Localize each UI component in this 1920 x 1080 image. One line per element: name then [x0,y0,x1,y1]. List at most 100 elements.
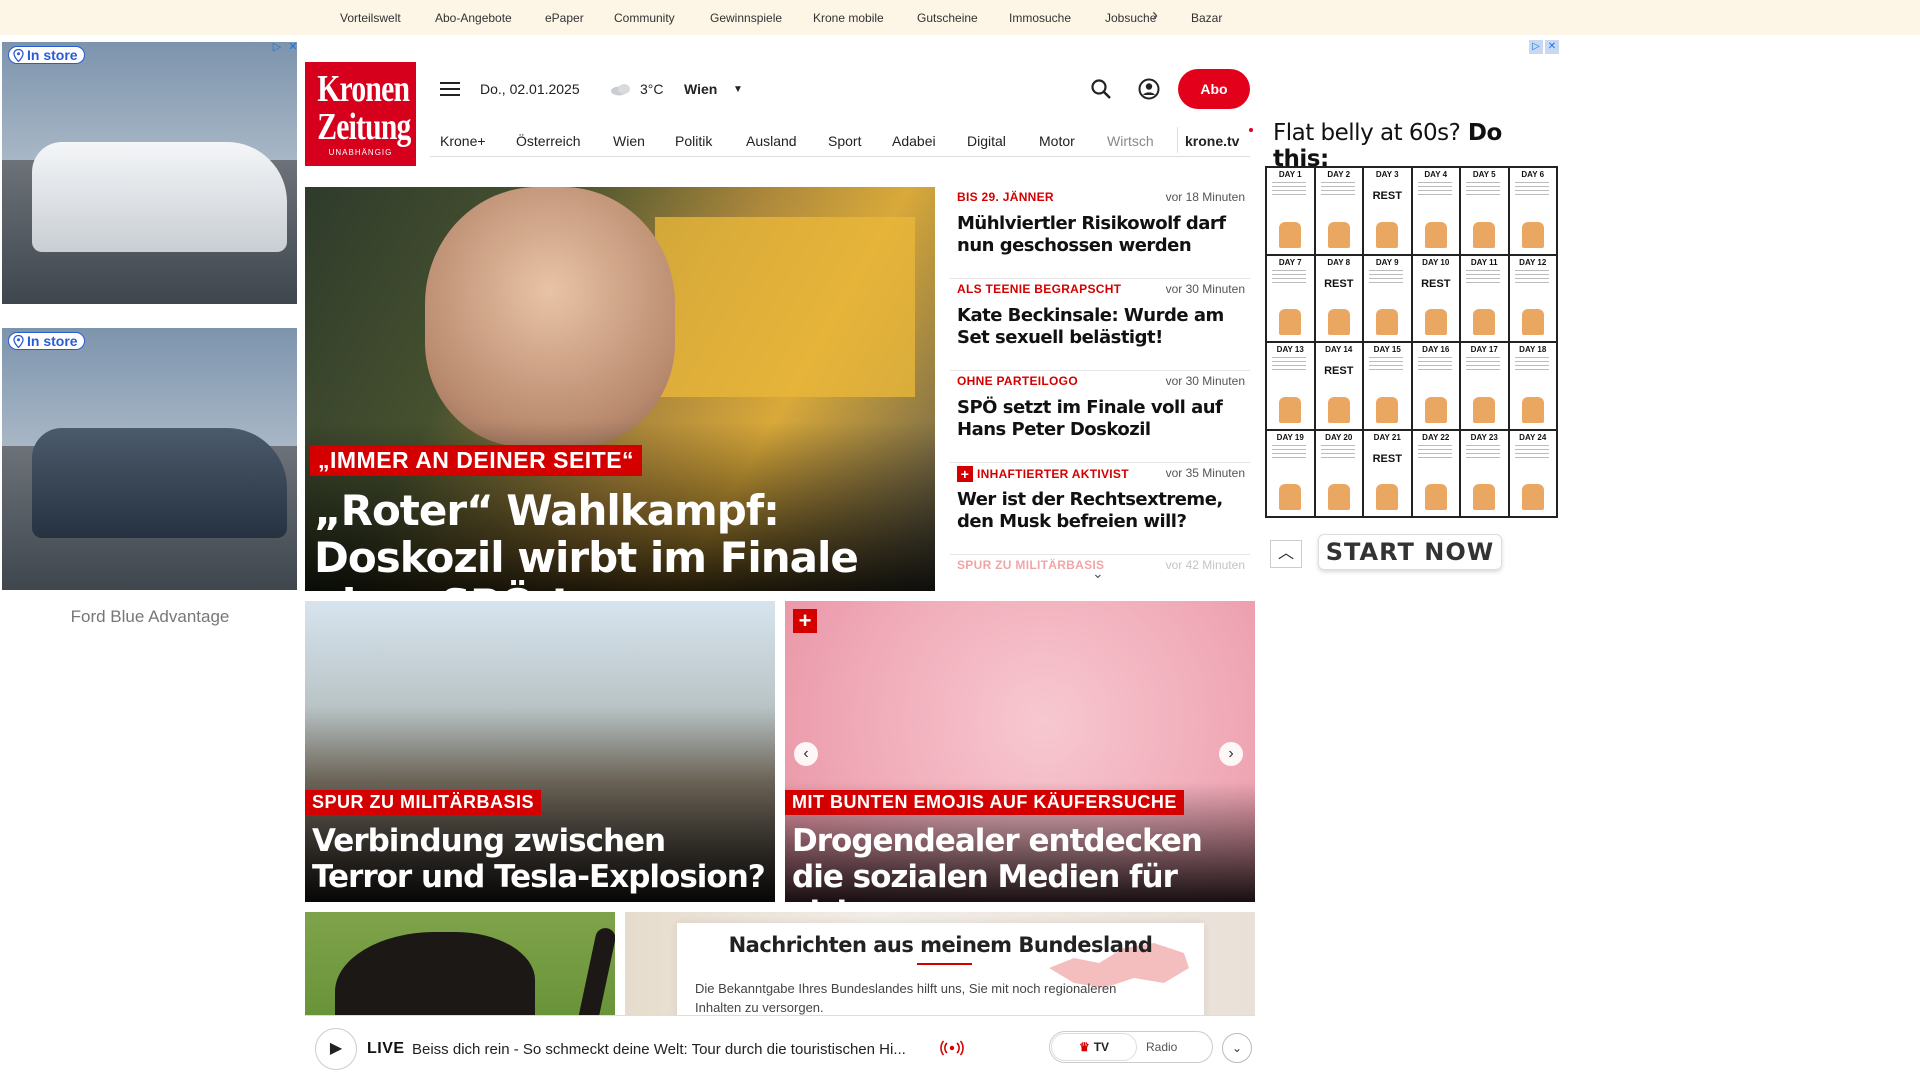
abo-button[interactable]: Abo [1178,69,1250,109]
city-selector[interactable]: Wien [684,69,717,109]
list-item-title[interactable]: Kate Beckinsale: Wurde am Set sexuell be… [957,305,1247,349]
topbar-link-vorteilswelt[interactable]: Vorteilswelt [340,11,401,25]
carousel-next-icon[interactable]: › [1219,742,1243,766]
nav-item-oesterreich[interactable]: Österreich [516,133,581,149]
chevron-right-icon[interactable]: › [1152,5,1158,26]
account-icon[interactable] [1138,69,1162,109]
topbar-link-gewinnspiele[interactable]: Gewinnspiele [710,11,782,25]
ad-choices-icon[interactable]: ▷ [1529,40,1543,54]
exercise-text-lines [1514,182,1549,196]
logo-tagline: UNABHÄNGIG [328,148,393,157]
radio-option[interactable]: Radio [1146,1040,1177,1054]
topbar-link-immosuche[interactable]: Immosuche [1009,11,1071,25]
nav-item-krone-plus[interactable]: Krone+ [440,133,486,149]
list-item-time: vor 35 Minuten [1165,466,1245,480]
list-item-time: vor 30 Minuten [1165,282,1245,296]
ad-headline: Flat belly at 60s? Do this: [1273,120,1502,172]
search-icon[interactable] [1090,69,1114,109]
workout-day-label: DAY 5 [1472,170,1496,179]
teaser-tile[interactable]: + ‹ › MIT BUNTEN EMOJIS AUF KÄUFERSUCHE … [785,601,1255,902]
topbar-link-gutscheine[interactable]: Gutscheine [917,11,978,25]
list-item[interactable]: OHNE PARTEILOGO vor 30 Minuten SPÖ setzt… [950,371,1250,463]
topbar-link-krone-mobile[interactable]: Krone mobile [813,11,884,25]
exercise-text-lines [1466,444,1500,459]
carousel-prev-icon[interactable]: ‹ [794,742,818,766]
ad-choices-controls[interactable]: ▷ ✕ [1529,40,1559,54]
tile-headline[interactable]: Drogendealer entdecken die sozialen Medi… [792,823,1252,902]
teaser-tile[interactable]: SPUR ZU MILITÄRBASIS Verbindung zwischen… [305,601,775,902]
ad-image-f150[interactable]: In store [2,328,297,590]
exercise-text-lines [1417,357,1452,371]
nav-item-motor[interactable]: Motor [1039,133,1075,149]
topbar-link-jobsuche[interactable]: Jobsuche [1105,11,1156,25]
ad-choices-icon[interactable]: ▷ [270,40,284,54]
topbar-link-epaper[interactable]: ePaper [545,11,584,25]
start-now-button[interactable]: START NOW [1318,534,1502,570]
hero-headline[interactable]: „Roter“ Wahlkampf: Doskozil wirbt im Fin… [314,487,924,591]
list-item-tag: BIS 29. JÄNNER [957,190,1054,204]
nav-item-krone-tv[interactable]: krone.tv [1185,133,1239,149]
nav-item-wirtschaft[interactable]: Wirtsch [1107,133,1154,149]
nav-item-wien[interactable]: Wien [613,133,645,149]
live-label: LIVE [367,1040,405,1057]
topbar-link-bazar[interactable]: Bazar [1191,11,1222,25]
current-date: Do., 02.01.2025 [480,81,580,97]
workout-day-cell: DAY 1 [1266,167,1315,255]
kronen-zeitung-logo[interactable]: Kronen Zeitung UNABHÄNGIG [305,62,416,166]
workout-day-cell: DAY 10 REST [1411,254,1460,342]
list-item-title[interactable]: Mühlviertler Risikowolf darf nun geschos… [957,213,1247,257]
ad-choices-controls[interactable]: ▷ ✕ [270,40,300,54]
nav-item-sport[interactable]: Sport [828,133,861,149]
list-item-title[interactable]: Wer ist der Rechtsextreme, den Musk befr… [957,489,1247,533]
hamburger-menu-icon[interactable] [440,69,464,109]
list-item[interactable]: + INHAFTIERTER AKTIVIST vor 35 Minuten We… [950,463,1250,555]
list-item-title[interactable]: SPÖ setzt im Finale voll auf Hans Peter … [957,397,1247,441]
play-icon[interactable]: ▶ [315,1028,357,1070]
exercise-text-lines [1272,269,1306,284]
nav-item-ausland[interactable]: Ausland [746,133,797,149]
bundesland-title: Nachrichten aus meinem Bundesland [728,933,1153,957]
exercise-text-lines [1320,444,1355,459]
list-item[interactable]: BIS 29. JÄNNER vor 18 Minuten Mühlviertl… [950,187,1250,279]
ad-close-icon[interactable]: ✕ [286,40,300,54]
exercise-text-lines [1369,357,1403,371]
in-store-badge: In store [8,46,85,64]
topbar-link-community[interactable]: Community [614,11,675,25]
chevron-down-icon[interactable]: ▼ [733,69,743,109]
workout-day-label: DAY 13 [1276,345,1304,354]
ad-caption[interactable]: Ford Blue Advantage [0,607,300,627]
exercise-figure-icon [1279,221,1301,248]
ad-close-icon[interactable]: ✕ [1545,40,1559,54]
workout-day-label: DAY 12 [1519,257,1547,267]
right-ad[interactable]: ▷ ✕ Flat belly at 60s? Do this: DAY 1 DAY… [1264,40,1559,570]
workout-day-label: DAY 11 [1470,257,1498,267]
tile-kicker: MIT BUNTEN EMOJIS AUF KÄUFERSUCHE [785,790,1184,815]
workout-day-label: DAY 17 [1470,345,1498,354]
tv-option[interactable]: ♛ TV [1051,1033,1137,1061]
top-service-bar: Vorteilswelt Abo-Angebote ePaper Communi… [0,0,1920,35]
exercise-text-lines [1417,444,1452,459]
tile-headline[interactable]: Verbindung zwischen Terror und Tesla-Exp… [312,823,772,895]
expand-chevron-icon[interactable]: ⌄ [1222,1033,1252,1063]
exercise-figure-icon [1424,221,1447,248]
nav-item-politik[interactable]: Politik [675,133,712,149]
nav-item-digital[interactable]: Digital [967,133,1006,149]
workout-day-cell: DAY 16 [1411,342,1460,430]
workout-day-cell: DAY 17 [1460,342,1509,430]
workout-calendar[interactable]: DAY 1 DAY 2 DAY 3 REST DAY 4 DAY 5 DAY 6 DAY 7 D… [1265,166,1558,518]
list-item[interactable]: ALS TEENIE BEGRAPSCHT vor 30 Minuten Kat… [950,279,1250,371]
live-program-title[interactable]: Beiss dich rein - So schmeckt deine Welt… [412,1041,932,1058]
rest-label: REST [1324,277,1354,290]
nav-item-adabei[interactable]: Adabei [892,133,936,149]
workout-day-cell: DAY 21 REST [1363,429,1412,517]
chevron-down-icon[interactable]: ⌄ [1092,565,1104,582]
ad-image-mustang[interactable]: In store [2,42,297,304]
exercise-figure-icon [1521,309,1544,335]
topbar-link-abo-angebote[interactable]: Abo-Angebote [435,11,512,25]
workout-day-label: DAY 21 [1373,432,1401,442]
workout-day-cell: DAY 15 [1363,342,1412,430]
tv-radio-toggle[interactable]: ♛ TV Radio [1049,1031,1213,1063]
chevron-up-icon[interactable]: ︿ [1270,540,1302,568]
workout-day-label: DAY 8 [1327,257,1351,267]
hero-article[interactable]: „IMMER AN DEINER SEITE“ „Roter“ Wahlkamp… [305,187,935,591]
